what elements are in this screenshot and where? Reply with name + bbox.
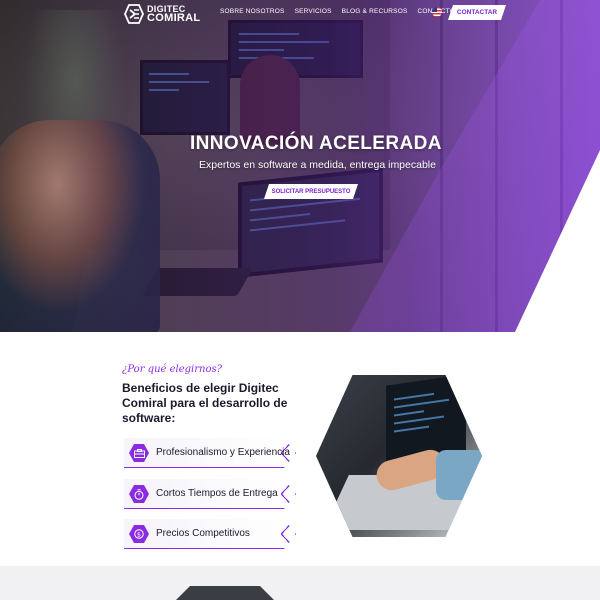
benefits-title: Beneficios de elegir Digitec Comiral par…	[122, 381, 288, 425]
benefit-item: Profesionalismo y Experiencia	[124, 438, 296, 468]
nav-item-servicios[interactable]: SERVICIOS	[295, 8, 332, 15]
nav-item-blog[interactable]: BLOG & RECURSOS	[342, 8, 408, 15]
benefit-item: $ Precios Competitivos	[124, 519, 296, 549]
benefit-item: Cortos Tiempos de Entrega	[124, 479, 296, 509]
logo-hex-icon	[124, 4, 144, 24]
site-header: DIGITEC COMIRAL SOBRE NOSOTROS SERVICIOS…	[0, 0, 600, 28]
svg-text:$: $	[137, 530, 141, 538]
benefits-eyebrow: ¿Por qué elegirnos?	[122, 364, 222, 375]
developer-photo	[316, 375, 482, 537]
benefit-label: Cortos Tiempos de Entrega	[156, 488, 278, 499]
request-quote-button[interactable]: SOLICITAR PRESUPUESTO	[264, 184, 358, 199]
us-flag-icon[interactable]	[432, 7, 442, 17]
hero-section: DIGITEC COMIRAL SOBRE NOSOTROS SERVICIOS…	[0, 0, 600, 332]
logo-line2: COMIRAL	[147, 12, 201, 24]
benefit-label: Precios Competitivos	[156, 528, 250, 539]
next-section	[0, 566, 600, 600]
hero-title: INNOVACIÓN ACELERADA	[190, 133, 442, 154]
contact-button[interactable]: CONTACTAR	[448, 5, 506, 20]
next-section-image	[175, 586, 275, 600]
hero-subtitle: Expertos en software a medida, entrega i…	[199, 159, 436, 171]
main-nav: SOBRE NOSOTROS SERVICIOS BLOG & RECURSOS…	[220, 8, 455, 15]
nav-item-sobre-nosotros[interactable]: SOBRE NOSOTROS	[220, 8, 285, 15]
benefit-label: Profesionalismo y Experiencia	[156, 447, 290, 458]
logo[interactable]: DIGITEC COMIRAL	[124, 3, 200, 25]
